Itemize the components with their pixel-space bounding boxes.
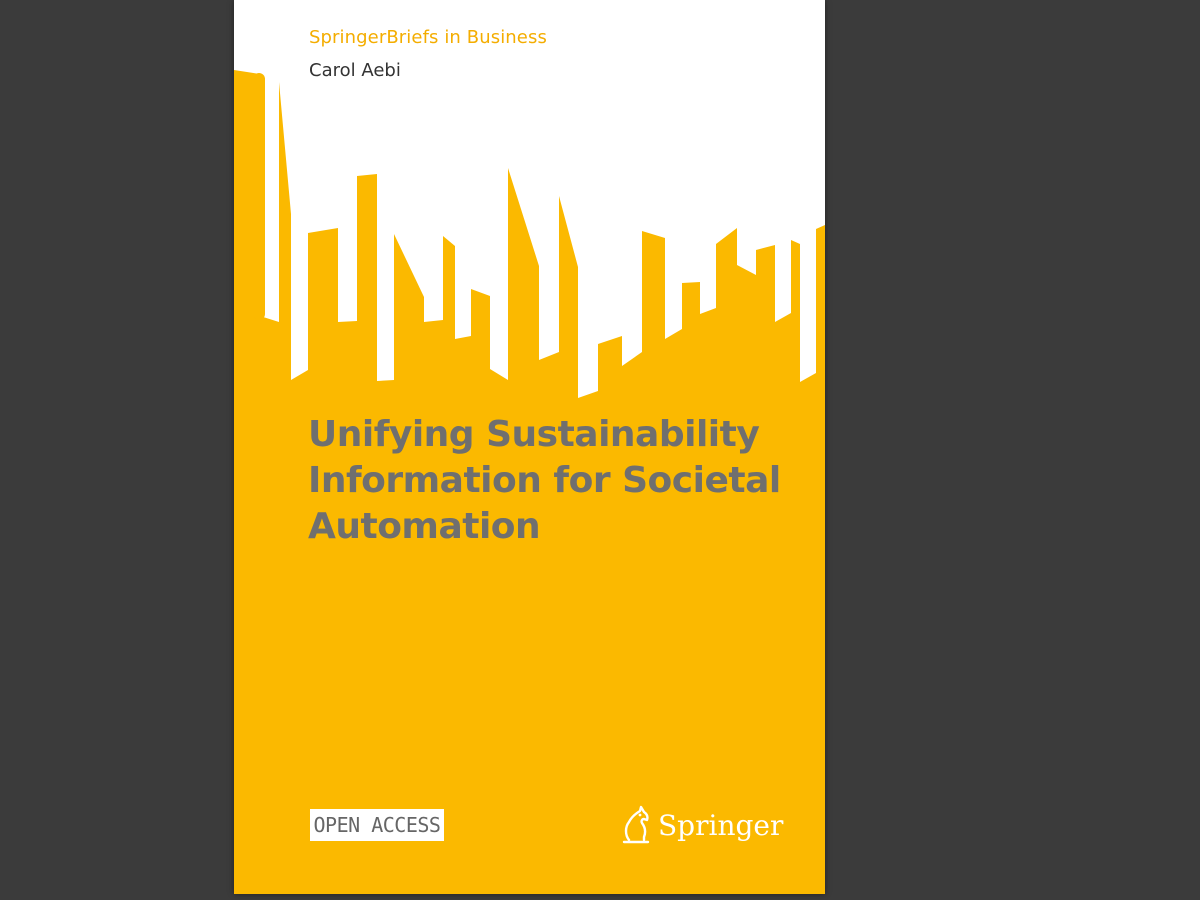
- title-line-2: Information for Societal: [308, 460, 781, 501]
- publisher-name: Springer: [658, 808, 784, 842]
- author-name: Carol Aebi: [309, 60, 401, 81]
- title-line-1: Unifying Sustainability: [308, 414, 760, 455]
- series-name: SpringerBriefs in Business: [309, 27, 547, 48]
- title-line-3: Automation: [308, 506, 541, 547]
- open-access-badge: OPEN ACCESS: [310, 809, 444, 841]
- publisher-logo: Springer: [620, 803, 783, 847]
- document-viewer: SpringerBriefs in Business Carol Aebi Un…: [0, 0, 1200, 900]
- springer-horse-icon: [622, 805, 650, 844]
- book-title: Unifying Sustainability Information for …: [308, 412, 808, 550]
- book-cover: SpringerBriefs in Business Carol Aebi Un…: [234, 0, 825, 894]
